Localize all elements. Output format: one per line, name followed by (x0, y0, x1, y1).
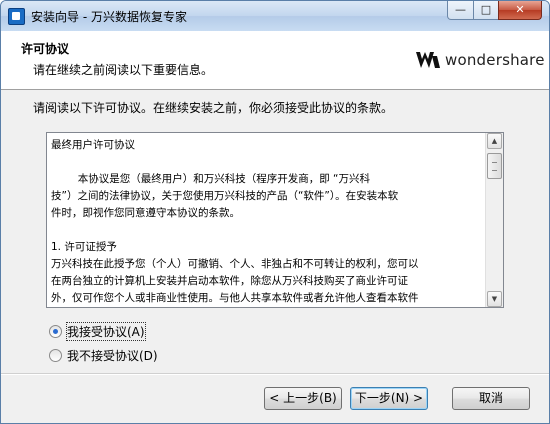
scroll-up-arrow-icon[interactable]: ▲ (487, 133, 502, 149)
app-icon (8, 8, 25, 25)
accept-option[interactable]: 我接受协议(A) (49, 322, 146, 341)
decline-radio[interactable] (49, 349, 62, 362)
accept-label[interactable]: 我接受协议(A) (66, 322, 146, 341)
back-button[interactable]: < 上一步(B) (264, 387, 342, 410)
wizard-content: 请阅读以下许可协议。在继续安装之前，你必须接受此协议的条款。 最终用户许可协议 … (1, 90, 549, 373)
scroll-down-arrow-icon[interactable]: ▼ (487, 291, 502, 307)
accept-radio[interactable] (49, 325, 62, 338)
decline-option[interactable]: 我不接受协议(D) (49, 347, 158, 364)
page-title: 许可协议 (21, 42, 70, 56)
intro-text: 请阅读以下许可协议。在继续安装之前，你必须接受此协议的条款。 (33, 101, 394, 115)
cancel-button[interactable]: 取消 (452, 387, 530, 410)
wondershare-logo: wondershare (415, 47, 545, 75)
close-button[interactable]: ✕ (498, 1, 542, 20)
installer-window: 安装向导 - 万兴数据恢复专家 — □ ✕ 许可协议 请在继续之前阅读以下重要信… (0, 0, 550, 424)
decline-label[interactable]: 我不接受协议(D) (67, 347, 158, 364)
logo-text: wondershare (445, 51, 545, 69)
scroll-thumb[interactable] (487, 153, 502, 179)
wizard-header: 许可协议 请在继续之前阅读以下重要信息。 wondershare (1, 31, 549, 90)
minimize-button[interactable]: — (447, 1, 474, 20)
wondershare-logo-icon (416, 52, 440, 68)
footer-divider (1, 374, 549, 375)
license-scrollbar[interactable]: ▲ ▼ (485, 133, 503, 307)
license-text: 最终用户许可协议 本协议是您（最终用户）和万兴科技（程序开发商，即 “万兴科 技… (51, 139, 419, 303)
next-button[interactable]: 下一步(N) > (350, 387, 428, 410)
maximize-button[interactable]: □ (473, 1, 499, 20)
license-textbox[interactable]: 最终用户许可协议 本协议是您（最终用户）和万兴科技（程序开发商，即 “万兴科 技… (46, 132, 504, 308)
title-bar[interactable]: 安装向导 - 万兴数据恢复专家 — □ ✕ (1, 1, 549, 31)
page-subtitle: 请在继续之前阅读以下重要信息。 (33, 63, 214, 77)
window-title: 安装向导 - 万兴数据恢复专家 (31, 10, 187, 24)
wizard-footer: < 上一步(B) 下一步(N) > 取消 (1, 373, 549, 423)
